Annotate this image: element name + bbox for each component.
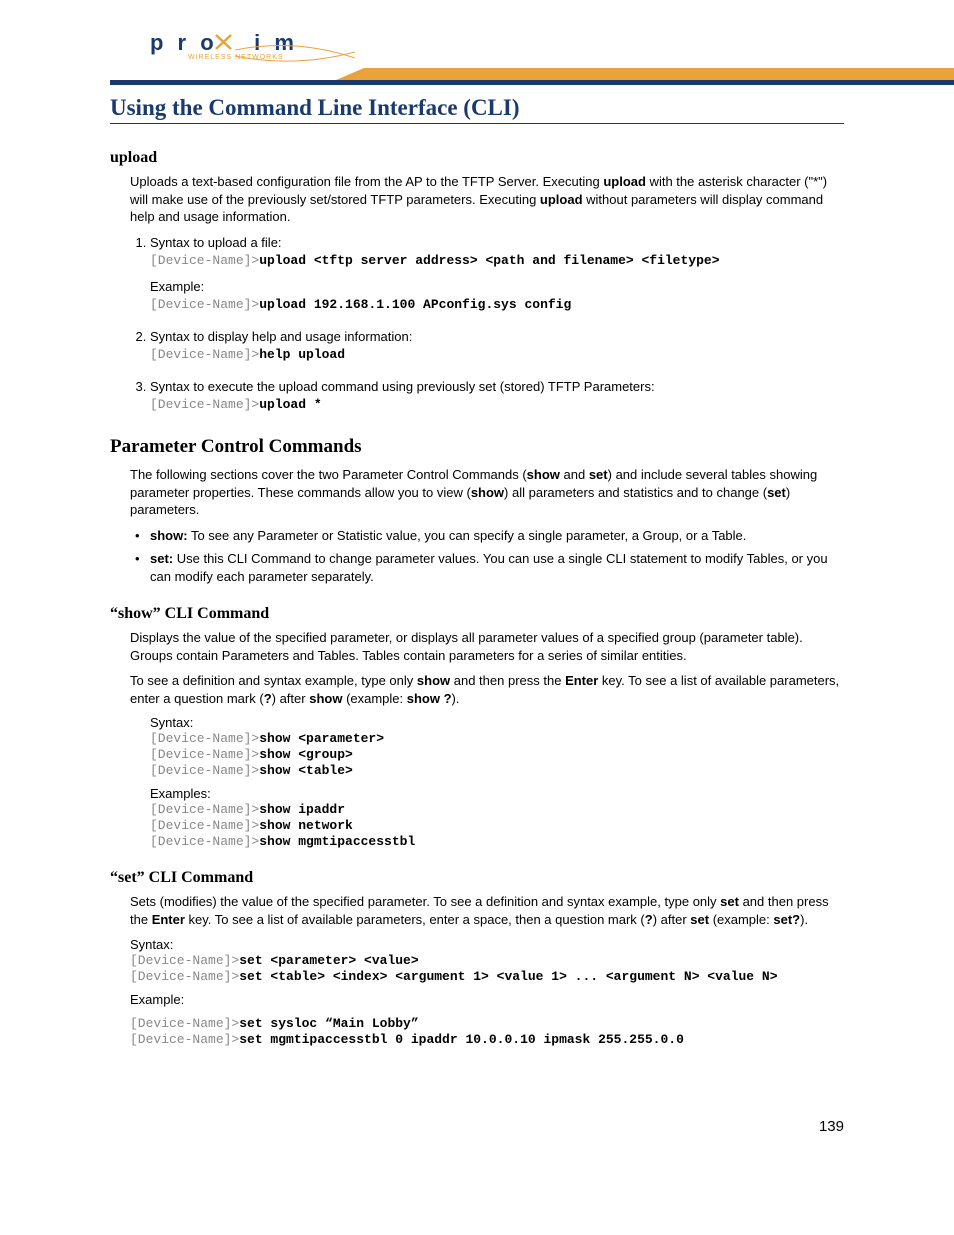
page: p r o x i m WIRELESS NETWORKS Using the …: [0, 0, 954, 1175]
text: To see a definition and syntax example, …: [130, 673, 417, 688]
text: Syntax to display help and usage informa…: [150, 329, 412, 344]
text: ).: [800, 912, 808, 927]
text: Syntax to upload a file:: [150, 235, 282, 250]
text-bold: ?: [645, 912, 653, 927]
text: ) all parameters and statistics and to c…: [504, 485, 767, 500]
text-bold: set: [690, 912, 709, 927]
list-item: show: To see any Parameter or Statistic …: [150, 527, 844, 545]
show-p2: To see a definition and syntax example, …: [130, 672, 844, 707]
text: (example:: [709, 912, 773, 927]
header-navy-bar: [110, 80, 954, 85]
text-bold: set: [767, 485, 786, 500]
code-prompt: [Device-Name]>: [150, 397, 259, 412]
list-item: Syntax to display help and usage informa…: [150, 328, 844, 364]
code-cmd: upload *: [259, 397, 321, 412]
code-cmd: show <table>: [259, 763, 353, 778]
code-cmd: set sysloc “Main Lobby”: [239, 1016, 418, 1031]
code-prompt: [Device-Name]>: [150, 818, 259, 833]
code-cmd: upload 192.168.1.100 APconfig.sys config: [259, 297, 571, 312]
code-prompt: [Device-Name]>: [150, 802, 259, 817]
code-cmd: show <group>: [259, 747, 353, 762]
text-bold: show: [309, 691, 342, 706]
code-prompt: [Device-Name]>: [150, 347, 259, 362]
text: Example:: [130, 992, 184, 1007]
code-cmd: help upload: [259, 347, 345, 362]
show-p1: Displays the value of the specified para…: [130, 629, 844, 664]
set-heading: “set” CLI Command: [110, 869, 844, 887]
text-bold: ?: [264, 691, 272, 706]
list-item: Syntax to upload a file: [Device-Name]>u…: [150, 234, 844, 314]
set-p1: Sets (modifies) the value of the specifi…: [130, 893, 844, 928]
text: (example:: [342, 691, 406, 706]
code-cmd: set <table> <index> <argument 1> <value …: [239, 969, 777, 984]
text-bold: show ?: [407, 691, 452, 706]
text: Syntax to execute the upload command usi…: [150, 379, 655, 394]
text-bold: Enter: [152, 912, 185, 927]
code-prompt: [Device-Name]>: [130, 1032, 239, 1047]
text: Syntax:: [150, 715, 193, 730]
list-item: set: Use this CLI Command to change para…: [150, 550, 844, 585]
text-bold: set: [720, 894, 739, 909]
text: key. To see a list of available paramete…: [185, 912, 645, 927]
upload-intro: Uploads a text-based configuration file …: [130, 173, 844, 226]
code-prompt: [Device-Name]>: [150, 747, 259, 762]
text: Example:: [150, 279, 204, 294]
logo: p r o x i m WIRELESS NETWORKS: [150, 30, 298, 61]
set-syntax-block: Syntax: [Device-Name]>set <parameter> <v…: [130, 937, 844, 1047]
text: Syntax:: [130, 937, 173, 952]
text: Examples:: [150, 786, 211, 801]
show-syntax-block: Syntax: [Device-Name]>show <parameter> […: [150, 715, 844, 849]
logo-swoosh-icon: [235, 42, 355, 67]
code-cmd: show ipaddr: [259, 802, 345, 817]
pcc-intro: The following sections cover the two Par…: [130, 466, 844, 519]
code-cmd: show mgmtipaccesstbl: [259, 834, 415, 849]
code-cmd: show network: [259, 818, 353, 833]
header-accent-bar: [364, 68, 954, 80]
text: To see any Parameter or Statistic value,…: [188, 528, 747, 543]
text-bold: set: [589, 467, 608, 482]
text-bold: show: [527, 467, 560, 482]
text: ) after: [272, 691, 310, 706]
code-prompt: [Device-Name]>: [150, 253, 259, 268]
text-bold: show:: [150, 528, 188, 543]
header-accent-tri: [336, 68, 364, 80]
code-cmd: set <parameter> <value>: [239, 953, 418, 968]
text-bold: Enter: [565, 673, 598, 688]
code-prompt: [Device-Name]>: [150, 834, 259, 849]
text: Uploads a text-based configuration file …: [130, 174, 603, 189]
text: The following sections cover the two Par…: [130, 467, 527, 482]
code-prompt: [Device-Name]>: [130, 969, 239, 984]
header: p r o x i m WIRELESS NETWORKS: [110, 30, 844, 85]
text: ) after: [653, 912, 691, 927]
text: ).: [452, 691, 460, 706]
text: Use this CLI Command to change parameter…: [150, 551, 828, 584]
code-cmd: set mgmtipaccesstbl 0 ipaddr 10.0.0.10 i…: [239, 1032, 684, 1047]
page-number: 139: [819, 1118, 844, 1135]
code-cmd: show <parameter>: [259, 731, 384, 746]
text-bold: upload: [603, 174, 646, 189]
page-title: Using the Command Line Interface (CLI): [110, 95, 844, 124]
code-prompt: [Device-Name]>: [150, 731, 259, 746]
code-prompt: [Device-Name]>: [130, 1016, 239, 1031]
text: and: [560, 467, 589, 482]
upload-list: Syntax to upload a file: [Device-Name]>u…: [130, 234, 844, 414]
upload-heading: upload: [110, 149, 844, 167]
pcc-heading: Parameter Control Commands: [110, 436, 844, 458]
text-bold: set:: [150, 551, 173, 566]
text: Sets (modifies) the value of the specifi…: [130, 894, 720, 909]
code-prompt: [Device-Name]>: [150, 763, 259, 778]
list-item: Syntax to execute the upload command usi…: [150, 378, 844, 414]
code-cmd: upload <tftp server address> <path and f…: [259, 253, 719, 268]
code-prompt: [Device-Name]>: [130, 953, 239, 968]
show-heading: “show” CLI Command: [110, 605, 844, 623]
pcc-bullets: show: To see any Parameter or Statistic …: [130, 527, 844, 586]
code-prompt: [Device-Name]>: [150, 297, 259, 312]
text: and then press the: [450, 673, 565, 688]
text-bold: upload: [540, 192, 583, 207]
text-bold: show: [471, 485, 504, 500]
text-bold: show: [417, 673, 450, 688]
text-bold: set?: [773, 912, 800, 927]
